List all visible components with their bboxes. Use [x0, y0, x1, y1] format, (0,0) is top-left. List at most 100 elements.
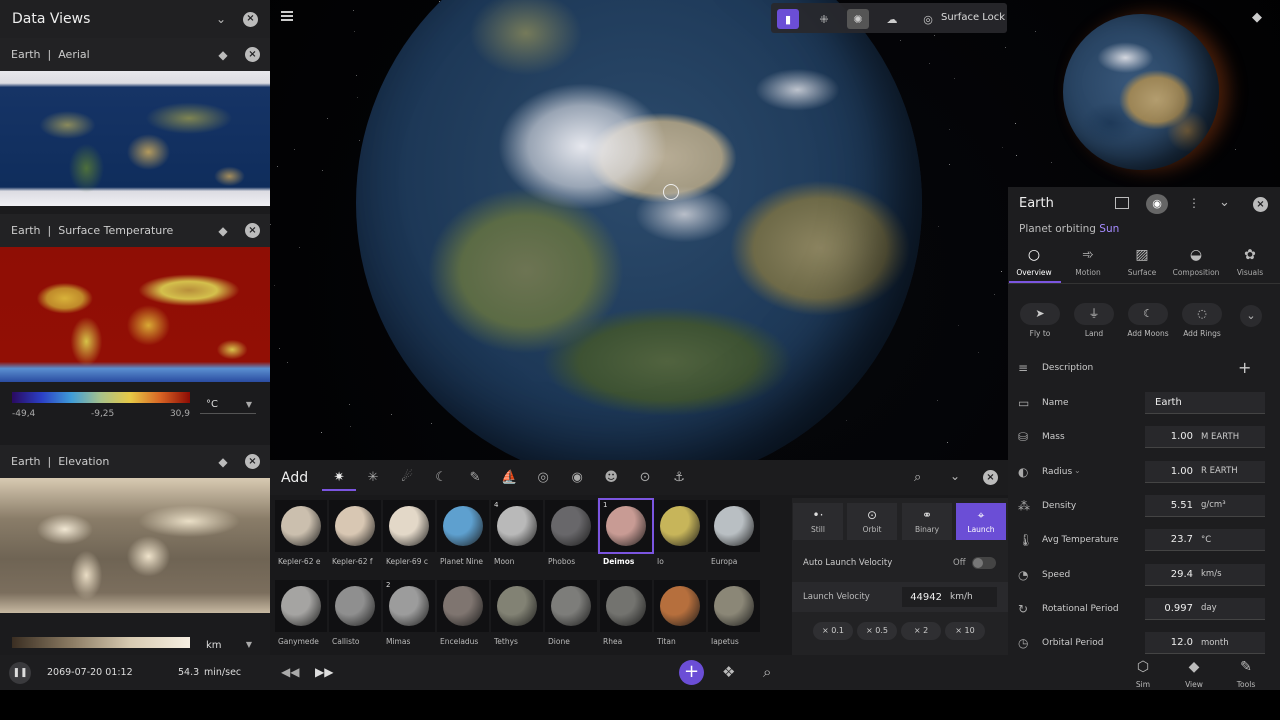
land-button[interactable]: ⏚ Land — [1072, 303, 1116, 338]
mass-input[interactable]: 1.00 M EARTH — [1145, 426, 1265, 449]
object-tile[interactable] — [437, 580, 489, 632]
speed-input[interactable]: 29.4 km/s — [1145, 563, 1265, 586]
object-tile[interactable] — [708, 580, 760, 632]
search-icon[interactable]: ⌕ — [914, 470, 921, 485]
chevron-down-icon[interactable]: ⌄ — [1219, 195, 1230, 210]
more-actions-button[interactable]: ⌄ — [1240, 305, 1262, 327]
dock-icon[interactable] — [1115, 197, 1129, 209]
orbital-period-input[interactable]: 12.0 month — [1145, 632, 1265, 655]
object-tile[interactable] — [329, 580, 381, 632]
tab-overview[interactable]: ○ Overview — [1007, 247, 1061, 277]
atmosphere-icon[interactable]: ✺ — [847, 9, 869, 29]
chevron-down-icon[interactable]: ⌄ — [950, 469, 960, 483]
sim-tab[interactable]: Sim — [1123, 680, 1163, 689]
sun-category-icon[interactable]: ✳ — [356, 470, 390, 485]
eye-category-icon[interactable]: ◉ — [560, 470, 594, 485]
mode-orbit-button[interactable]: ⊙ Orbit — [847, 503, 897, 540]
pause-button[interactable]: ❚❚ — [9, 662, 31, 684]
layers-icon[interactable]: ◆ — [215, 47, 231, 63]
object-tile[interactable] — [654, 500, 706, 552]
object-tile[interactable] — [383, 500, 435, 552]
sim-speed-value[interactable]: 54.3 — [178, 667, 199, 678]
tab-composition[interactable]: ◒ Composition — [1169, 247, 1223, 277]
object-tile[interactable] — [275, 500, 327, 552]
object-tile[interactable] — [329, 500, 381, 552]
avg-temperature-input[interactable]: 23.7 °C — [1145, 529, 1265, 552]
fly-to-button[interactable]: ➤ Fly to — [1018, 303, 1062, 338]
launch-velocity-input[interactable]: 44942 km/h — [902, 587, 997, 607]
elevation-map[interactable] — [0, 478, 270, 613]
sim-datetime[interactable]: 2069-07-20 01:12 — [47, 667, 133, 678]
description-row[interactable]: ≡ Description — [1018, 354, 1268, 382]
object-tile[interactable] — [545, 580, 597, 632]
view-icon[interactable]: ◆ — [1174, 659, 1214, 675]
search-icon[interactable]: ⌕ — [763, 663, 771, 681]
sim-icon[interactable]: ⬡ — [1123, 659, 1163, 675]
surface-lock-label[interactable]: Surface Lock — [941, 12, 1005, 23]
stars-category-icon[interactable]: ✷ — [322, 470, 357, 491]
add-description-icon[interactable]: + — [1238, 358, 1251, 377]
view-tab[interactable]: View — [1174, 680, 1214, 689]
add-moons-button[interactable]: ☾ Add Moons — [1126, 303, 1170, 338]
close-icon[interactable]: × — [245, 223, 260, 238]
aerial-map[interactable] — [0, 71, 270, 206]
tab-motion[interactable]: ➾ Motion — [1061, 247, 1115, 277]
temperature-map[interactable] — [0, 247, 270, 382]
minimap-globe[interactable] — [1063, 14, 1219, 170]
add-object-button[interactable]: + — [679, 660, 704, 685]
multiplier-10-button[interactable]: × 10 — [945, 622, 985, 640]
menu-icon[interactable] — [281, 11, 293, 21]
object-tile[interactable] — [654, 580, 706, 632]
object-tile[interactable]: 2 — [383, 580, 435, 632]
tab-surface[interactable]: ▨ Surface — [1115, 247, 1169, 277]
mode-launch-button[interactable]: ⌖ Launch — [956, 503, 1006, 540]
close-icon[interactable]: × — [1253, 197, 1268, 212]
elevation-unit-select[interactable]: km ▼ — [200, 640, 256, 651]
radius-input[interactable]: 1.00 R EARTH — [1145, 460, 1265, 483]
mode-binary-button[interactable]: ⚭ Binary — [902, 503, 952, 540]
multiplier-2-button[interactable]: × 2 — [901, 622, 941, 640]
object-tile[interactable] — [491, 580, 543, 632]
layers-icon[interactable]: ◆ — [215, 454, 231, 470]
surface-lock-icon[interactable]: ◎ — [917, 9, 939, 29]
brush-category-icon[interactable]: ✎ — [458, 470, 492, 485]
comet-category-icon[interactable]: ☄ — [390, 470, 424, 485]
rotational-period-input[interactable]: 0.997 day — [1145, 597, 1265, 620]
mode-still-button[interactable]: •· Still — [793, 503, 843, 540]
auto-launch-toggle[interactable] — [972, 557, 996, 569]
add-rings-button[interactable]: ◌ Add Rings — [1180, 303, 1224, 338]
tools-tab[interactable]: Tools — [1226, 680, 1266, 689]
object-tile[interactable] — [545, 500, 597, 552]
close-icon[interactable]: × — [245, 47, 260, 62]
rewind-icon[interactable]: ◀◀ — [281, 665, 299, 679]
close-icon[interactable]: × — [243, 11, 258, 27]
object-tile[interactable]: 1 — [598, 498, 654, 554]
name-input[interactable]: Earth — [1145, 392, 1265, 414]
object-tile[interactable] — [275, 580, 327, 632]
object-tile[interactable] — [708, 500, 760, 552]
object-tile[interactable] — [600, 580, 652, 632]
layers-icon[interactable]: ◆ — [1252, 10, 1262, 25]
eye-icon[interactable]: ◉ — [1146, 194, 1168, 214]
spiral-category-icon[interactable]: ◎ — [526, 470, 560, 485]
graph-icon[interactable]: ❖ — [722, 663, 735, 681]
target-category-icon[interactable]: ⊙ — [628, 470, 662, 485]
more-options-icon[interactable]: ⋮ — [1188, 196, 1200, 210]
flashlight-icon[interactable]: ▮ — [777, 9, 799, 29]
multiplier-0-1-button[interactable]: × 0.1 — [813, 622, 853, 640]
fast-forward-icon[interactable]: ▶▶ — [315, 665, 333, 679]
cloud-icon[interactable]: ☁ — [881, 9, 903, 29]
object-tile[interactable]: 4 — [491, 500, 543, 552]
ship-category-icon[interactable]: ⛵ — [492, 470, 526, 485]
close-icon[interactable]: × — [245, 454, 260, 469]
tools-icon[interactable]: ✎ — [1226, 659, 1266, 675]
grid-icon[interactable]: ⁜ — [813, 9, 835, 29]
anchor-category-icon[interactable]: ⚓ — [662, 470, 696, 485]
density-input[interactable]: 5.51 g/cm³ — [1145, 494, 1265, 517]
layers-icon[interactable]: ◆ — [215, 223, 231, 239]
chevron-down-icon[interactable]: ⌄ — [1074, 466, 1081, 475]
temperature-unit-select[interactable]: °C ▼ — [200, 396, 256, 414]
moon-category-icon[interactable]: ☾ — [424, 470, 458, 485]
object-tile[interactable] — [437, 500, 489, 552]
tab-visuals[interactable]: ✿ Visuals — [1223, 247, 1277, 277]
